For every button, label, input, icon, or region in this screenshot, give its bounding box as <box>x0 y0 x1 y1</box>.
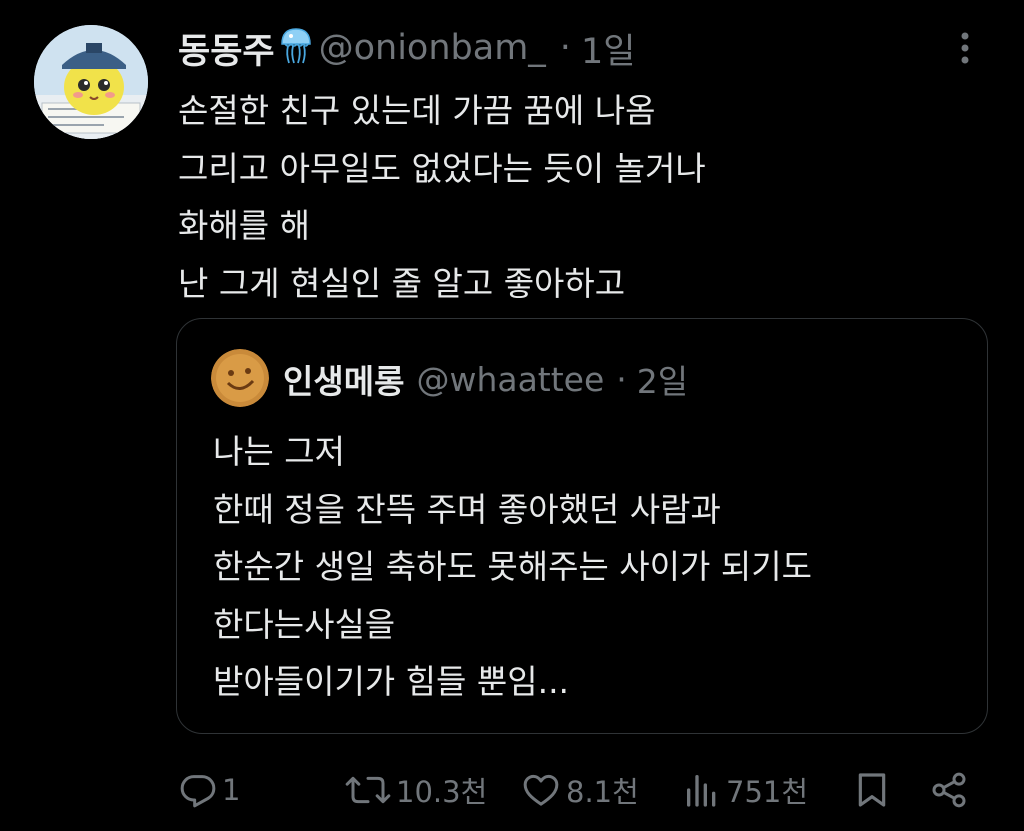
avatar-image <box>34 25 148 139</box>
tweet-text-line: 난 그게 현실인 줄 알고 좋아하고 <box>178 263 626 303</box>
retweet-button[interactable]: 10.3천 <box>344 760 487 820</box>
quoted-text-line: 한때 정을 잔뜩 주며 좋아했던 사람과 <box>213 489 721 529</box>
tweet-text: 손절한 친구 있는데 가끔 꿈에 나옴 그리고 아무일도 없었다는 듯이 놀거나… <box>178 82 706 312</box>
timestamp[interactable]: 1일 <box>581 23 635 74</box>
action-bar: 1 10.3천 8.1천 751천 <box>0 760 1024 820</box>
like-count: 8.1천 <box>566 775 639 809</box>
quoted-text-line: 나는 그저 <box>213 432 345 471</box>
quoted-timestamp[interactable]: 2일 <box>637 355 688 403</box>
separator-dot: · <box>559 28 571 68</box>
quoted-tweet-header: 인생메롱 @whaattee · 2일 <box>283 353 688 405</box>
quoted-tweet[interactable]: 인생메롱 @whaattee · 2일 나는 그저 한때 정을 잔뜩 주며 좋아… <box>176 318 988 734</box>
jellyfish-icon <box>279 26 313 70</box>
reply-count: 1 <box>222 773 241 807</box>
share-button[interactable] <box>928 760 970 820</box>
reply-icon <box>180 775 216 808</box>
quoted-tweet-text: 나는 그저 한때 정을 잔뜩 주며 좋아했던 사람과 한순간 생일 축하도 못해… <box>213 423 812 711</box>
share-icon <box>932 772 966 808</box>
tweet-text-line: 화해를 해 <box>178 206 310 245</box>
quoted-avatar[interactable] <box>211 349 269 407</box>
views-count: 751천 <box>726 775 809 809</box>
quoted-avatar-image <box>211 349 269 407</box>
tweet-header: 동동주 @onionbam_ · 1일 <box>178 22 635 74</box>
like-button[interactable]: 8.1천 <box>520 760 639 820</box>
quoted-separator-dot: · <box>616 359 627 399</box>
reply-button[interactable]: 1 <box>178 760 240 820</box>
handle[interactable]: @onionbam_ <box>319 28 546 68</box>
quoted-text-line: 받아들이기가 힘들 뿐임... <box>213 662 570 701</box>
more-icon <box>961 32 969 64</box>
quoted-display-name[interactable]: 인생메롱 <box>283 355 404 403</box>
heart-icon <box>523 774 559 806</box>
tweet-text-line: 손절한 친구 있는데 가끔 꿈에 나옴 <box>178 91 656 130</box>
views-icon <box>687 775 716 807</box>
retweet-icon <box>345 776 391 804</box>
more-options-button[interactable] <box>950 28 980 68</box>
bookmark-icon <box>858 773 886 807</box>
retweet-count: 10.3천 <box>396 775 488 809</box>
views-button[interactable]: 751천 <box>682 760 808 820</box>
display-name[interactable]: 동동주 <box>178 23 275 74</box>
quoted-text-line: 한순간 생일 축하도 못해주는 사이가 되기도 <box>213 547 812 586</box>
tweet-text-line: 그리고 아무일도 없었다는 듯이 놀거나 <box>178 148 706 188</box>
quoted-handle[interactable]: @whaattee <box>416 360 604 399</box>
avatar[interactable] <box>34 25 148 139</box>
bookmark-button[interactable] <box>852 760 892 820</box>
quoted-text-line: 한다는사실을 <box>213 604 396 644</box>
